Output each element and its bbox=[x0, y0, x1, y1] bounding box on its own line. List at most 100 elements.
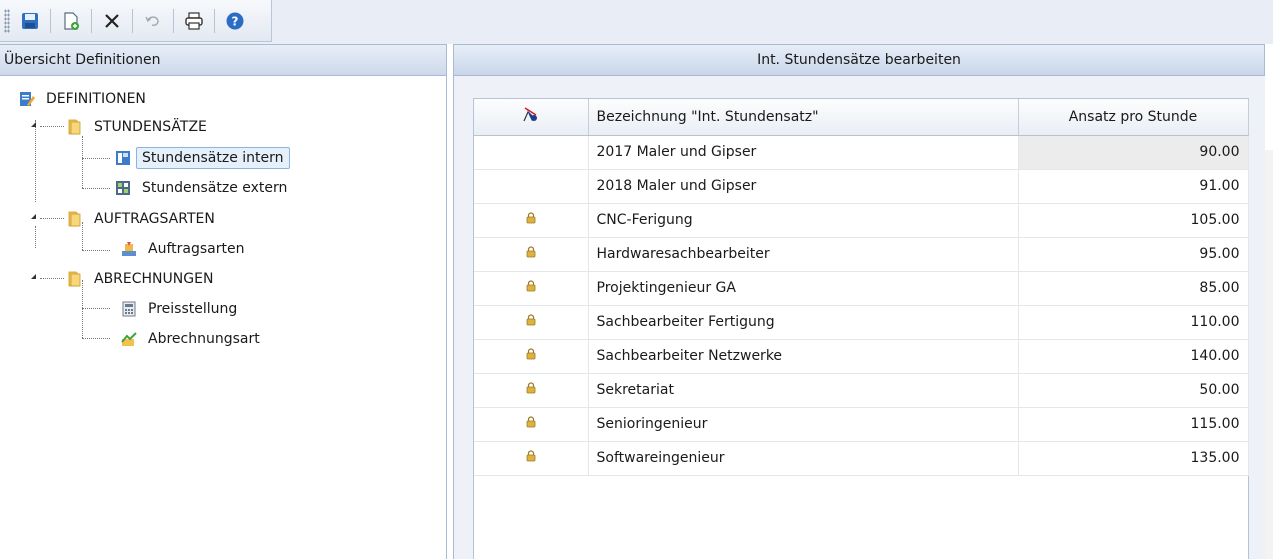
lock-cell bbox=[474, 237, 589, 272]
collapse-arrow-icon[interactable] bbox=[31, 214, 36, 219]
new-document-icon bbox=[64, 11, 79, 30]
collapse-arrow-icon[interactable] bbox=[31, 122, 36, 127]
definitions-tree: DEFINITIONEN STUNDENSÄTZE Stundensätze i… bbox=[0, 76, 447, 559]
tree-group-abrechnungen[interactable]: ABRECHNUNGEN bbox=[66, 266, 219, 292]
table-row[interactable]: Sekretariat 50.00 bbox=[474, 373, 1249, 408]
undo-button[interactable] bbox=[139, 7, 167, 35]
tree-connector bbox=[82, 308, 110, 309]
bezeichnung-cell[interactable]: 2017 Maler und Gipser bbox=[588, 135, 1019, 170]
ansatz-cell[interactable]: 140.00 bbox=[1018, 339, 1249, 374]
toolbar-grip[interactable] bbox=[4, 8, 10, 33]
lock-cell bbox=[474, 305, 589, 340]
table-row[interactable]: Projektingenieur GA 85.00 bbox=[474, 271, 1249, 306]
table-header-row: Bezeichnung "Int. Stundensatz" Ansatz pr… bbox=[474, 99, 1249, 136]
tree-item-label: Auftragsarten bbox=[148, 241, 245, 257]
bezeichnung-cell[interactable]: Sachbearbeiter Fertigung bbox=[588, 305, 1019, 340]
ansatz-cell[interactable]: 91.00 bbox=[1018, 169, 1249, 204]
tree-connector bbox=[82, 158, 110, 159]
tree-group-stundensaetze[interactable]: STUNDENSÄTZE bbox=[66, 114, 213, 140]
ansatz-cell[interactable]: 85.00 bbox=[1018, 271, 1249, 306]
svg-text:?: ? bbox=[232, 14, 239, 28]
tree-connector bbox=[40, 126, 64, 127]
right-panel-title: Int. Stundensätze bearbeiten bbox=[757, 52, 961, 68]
save-button[interactable] bbox=[16, 7, 44, 35]
tree-connector bbox=[40, 278, 64, 279]
tree-root-definitionen[interactable]: DEFINITIONEN bbox=[18, 86, 152, 112]
collapse-arrow-icon[interactable] bbox=[31, 274, 36, 279]
bezeichnung-cell[interactable]: Senioringenieur bbox=[588, 407, 1019, 442]
lock-icon bbox=[526, 246, 536, 258]
toolbar-separator bbox=[50, 8, 51, 33]
bezeichnung-cell[interactable]: 2018 Maler und Gipser bbox=[588, 169, 1019, 204]
tree-item-label: Stundensätze extern bbox=[142, 180, 288, 196]
ansatz-cell[interactable]: 95.00 bbox=[1018, 237, 1249, 272]
undo-icon bbox=[145, 15, 159, 26]
tree-item-preisstellung[interactable]: Preisstellung bbox=[120, 296, 243, 322]
lock-cell bbox=[474, 373, 589, 408]
bezeichnung-cell[interactable]: Sachbearbeiter Netzwerke bbox=[588, 339, 1019, 374]
lock-icon bbox=[526, 280, 536, 292]
table-row[interactable]: Senioringenieur 115.00 bbox=[474, 407, 1249, 442]
delete-x-icon bbox=[105, 13, 119, 28]
bezeichnung-cell[interactable]: Hardwaresachbearbeiter bbox=[588, 237, 1019, 272]
ansatz-cell[interactable]: 105.00 bbox=[1018, 203, 1249, 238]
tree-item-stundensaetze-extern[interactable]: Stundensätze extern bbox=[114, 175, 293, 201]
bezeichnung-cell[interactable]: Projektingenieur GA bbox=[588, 271, 1019, 306]
printer-icon bbox=[185, 11, 203, 30]
toolbar-separator bbox=[91, 8, 92, 33]
tree-connector bbox=[40, 218, 64, 219]
column-header-lock[interactable] bbox=[474, 99, 589, 136]
tree-item-stundensaetze-intern[interactable]: Stundensätze intern bbox=[114, 145, 290, 171]
lock-icon bbox=[526, 212, 536, 224]
column-header-bezeichnung[interactable]: Bezeichnung "Int. Stundensatz" bbox=[588, 99, 1019, 136]
tree-item-abrechnungsart[interactable]: Abrechnungsart bbox=[120, 326, 266, 352]
print-button[interactable] bbox=[180, 7, 208, 35]
table-row[interactable]: Softwareingenieur 135.00 bbox=[474, 441, 1249, 476]
tree-item-auftragsarten[interactable]: Auftragsarten bbox=[120, 236, 250, 262]
ansatz-cell[interactable]: 90.00 bbox=[1018, 135, 1249, 170]
table-row[interactable]: CNC-Ferigung 105.00 bbox=[474, 203, 1249, 238]
window-edge bbox=[1265, 150, 1273, 559]
help-button[interactable]: ? bbox=[221, 7, 249, 35]
lock-cell bbox=[474, 169, 589, 204]
delete-button[interactable] bbox=[98, 7, 126, 35]
toolbar-separator bbox=[214, 8, 215, 33]
pin-remove-icon bbox=[523, 107, 537, 121]
calculator-icon bbox=[122, 301, 136, 317]
lock-cell bbox=[474, 135, 589, 170]
bezeichnung-cell[interactable]: CNC-Ferigung bbox=[588, 203, 1019, 238]
new-button[interactable] bbox=[57, 7, 85, 35]
table-row[interactable]: 2017 Maler und Gipser 90.00 bbox=[474, 135, 1249, 170]
ansatz-cell[interactable]: 135.00 bbox=[1018, 441, 1249, 476]
bezeichnung-cell[interactable]: Sekretariat bbox=[588, 373, 1019, 408]
tree-connector bbox=[82, 188, 110, 189]
table-view-icon bbox=[116, 151, 130, 165]
grid-view-icon bbox=[116, 181, 130, 195]
table-row[interactable]: Sachbearbeiter Fertigung 110.00 bbox=[474, 305, 1249, 340]
column-header-ansatz[interactable]: Ansatz pro Stunde bbox=[1018, 99, 1249, 136]
toolbar-separator bbox=[173, 8, 174, 33]
tree-group-label: ABRECHNUNGEN bbox=[94, 271, 214, 287]
table-row[interactable]: Hardwaresachbearbeiter 95.00 bbox=[474, 237, 1249, 272]
tree-group-auftragsarten[interactable]: AUFTRAGSARTEN bbox=[66, 206, 221, 232]
tree-group-label: AUFTRAGSARTEN bbox=[94, 211, 215, 227]
billing-chart-icon bbox=[121, 332, 137, 346]
lock-cell bbox=[474, 271, 589, 306]
ansatz-cell[interactable]: 115.00 bbox=[1018, 407, 1249, 442]
lock-icon bbox=[526, 382, 536, 394]
lock-cell bbox=[474, 203, 589, 238]
tree-connector bbox=[82, 250, 110, 251]
bezeichnung-cell[interactable]: Softwareingenieur bbox=[588, 441, 1019, 476]
table-row[interactable]: Sachbearbeiter Netzwerke 140.00 bbox=[474, 339, 1249, 374]
table-row[interactable]: 2018 Maler und Gipser 91.00 bbox=[474, 169, 1249, 204]
ansatz-cell[interactable]: 50.00 bbox=[1018, 373, 1249, 408]
ansatz-cell[interactable]: 110.00 bbox=[1018, 305, 1249, 340]
folder-icon bbox=[68, 119, 81, 135]
help-icon: ? bbox=[226, 12, 244, 29]
tree-group-label: STUNDENSÄTZE bbox=[94, 119, 207, 135]
lock-icon bbox=[526, 416, 536, 428]
lock-icon bbox=[526, 314, 536, 326]
folder-icon bbox=[68, 211, 81, 227]
order-tray-icon bbox=[122, 242, 136, 256]
tree-root-label: DEFINITIONEN bbox=[46, 91, 146, 107]
